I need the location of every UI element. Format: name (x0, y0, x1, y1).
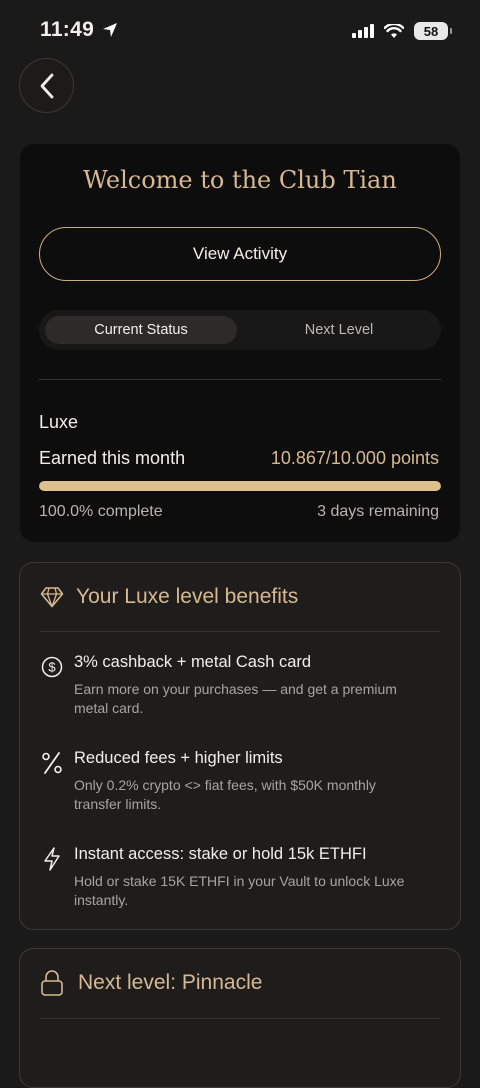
status-bar: 11:49 58 (0, 0, 480, 60)
tab-next-level[interactable]: Next Level (243, 316, 435, 344)
svg-text:$: $ (48, 660, 56, 675)
benefit-title: Instant access: stake or hold 15k ETHFI (74, 845, 367, 863)
next-level-title: Next level: Pinnacle (78, 971, 263, 994)
cellular-signal-icon (352, 24, 374, 38)
next-level-card: Next level: Pinnacle (19, 948, 461, 1088)
club-status-card: Welcome to the Club Tian View Activity C… (20, 144, 460, 542)
earned-label: Earned this month (39, 448, 186, 468)
diamond-icon (40, 587, 64, 608)
dollar-circle-icon: $ (40, 655, 64, 679)
back-button[interactable] (19, 58, 74, 113)
progress-bar (39, 481, 441, 491)
benefit-description: Earn more on your purchases — and get a … (74, 681, 397, 716)
chevron-left-icon (40, 73, 53, 98)
lightning-icon (40, 847, 64, 871)
percent-icon (40, 751, 64, 775)
divider (39, 379, 441, 380)
days-remaining: 3 days remaining (317, 503, 439, 520)
next-level-header: Next level: Pinnacle (40, 969, 262, 997)
battery-icon: 58 (414, 22, 452, 40)
benefits-card: Your Luxe level benefits $ 3% cashback +… (19, 562, 461, 930)
wifi-icon (384, 23, 404, 38)
battery-level: 58 (423, 23, 439, 39)
percent-complete: 100.0% complete (39, 503, 163, 520)
earned-points: 10.867/10.000 points (270, 448, 439, 468)
status-icons: 58 (352, 22, 452, 40)
status-tabs: Current Status Next Level (39, 310, 441, 350)
view-activity-button[interactable]: View Activity (39, 227, 441, 281)
benefit-description: Only 0.2% crypto <> fiat fees, with $50K… (74, 777, 376, 812)
level-name: Luxe (39, 412, 79, 432)
benefits-title: Your Luxe level benefits (76, 585, 299, 608)
benefit-title: Reduced fees + higher limits (74, 749, 283, 767)
benefit-description: Hold or stake 15K ETHFI in your Vault to… (74, 873, 405, 908)
benefit-title: 3% cashback + metal Cash card (74, 653, 312, 671)
divider (40, 631, 440, 632)
lock-icon (41, 970, 63, 996)
clock: 11:49 (40, 18, 118, 42)
welcome-title: Welcome to the Club Tian (83, 166, 397, 194)
location-arrow-icon (103, 23, 118, 37)
divider (40, 1018, 440, 1019)
tab-current-status[interactable]: Current Status (45, 316, 237, 344)
progress-fill (39, 481, 441, 491)
time-text: 11:49 (40, 18, 95, 41)
benefits-header: Your Luxe level benefits (40, 585, 298, 609)
